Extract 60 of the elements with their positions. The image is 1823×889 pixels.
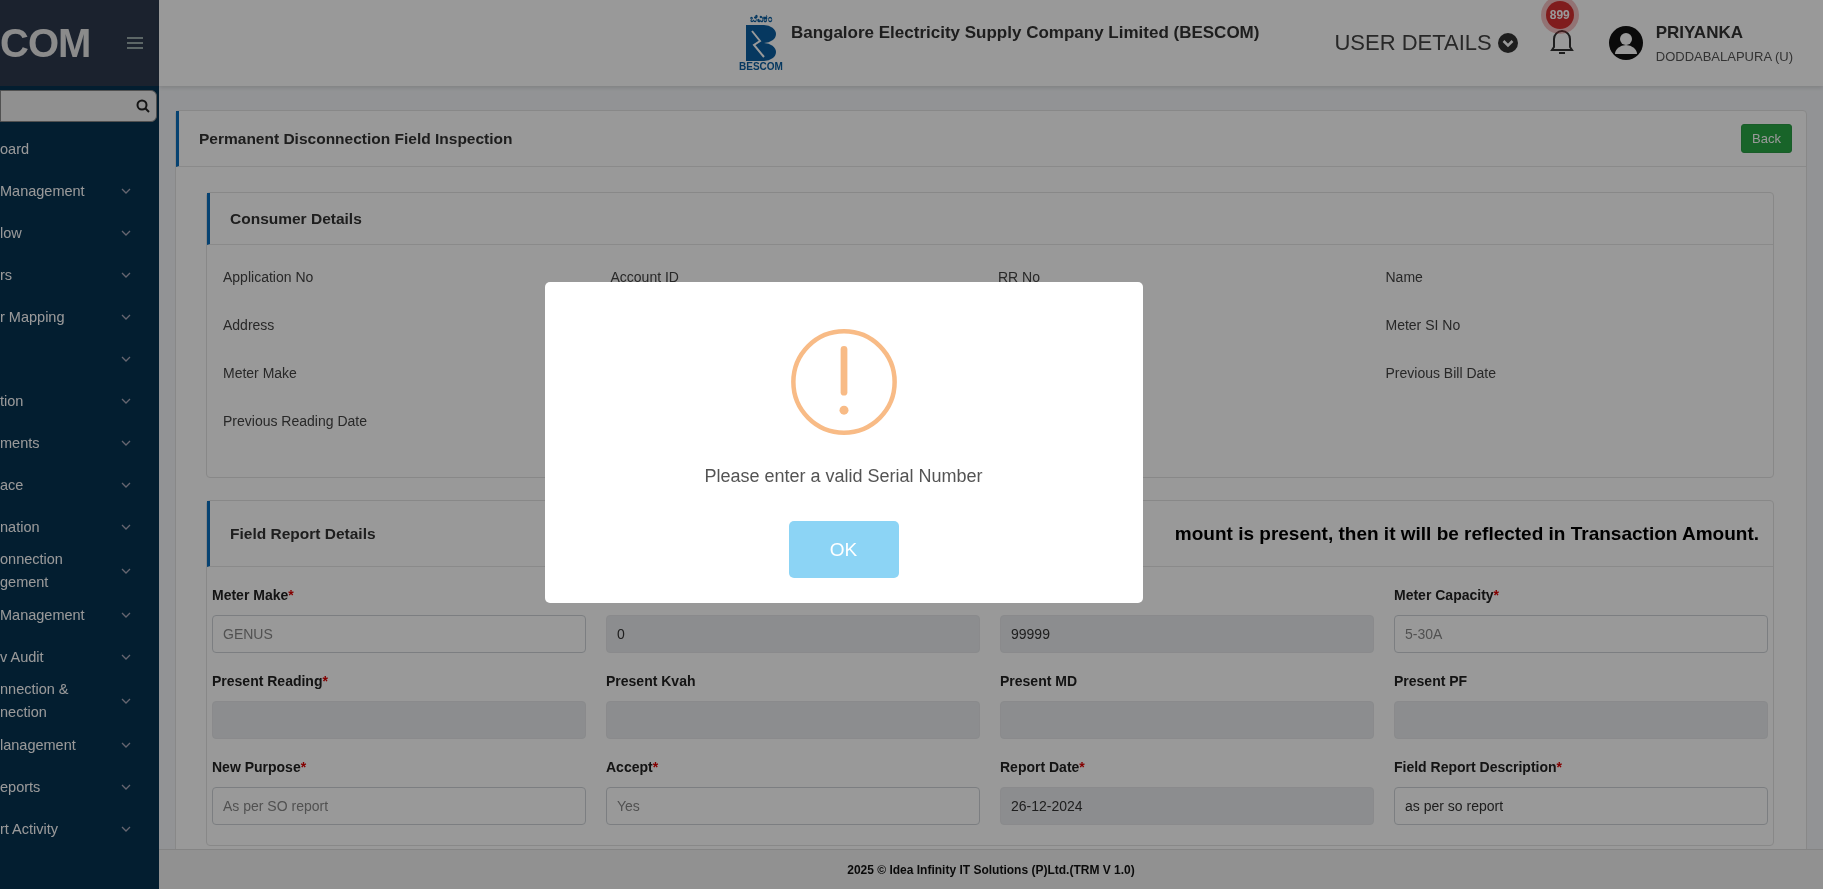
- page-title: Permanent Disconnection Field Inspection: [199, 129, 513, 148]
- company-logo: ಬೆವಿಕಂ BESCOM: [739, 13, 783, 73]
- sidebar-item[interactable]: nnection & nection: [0, 678, 159, 724]
- notification-badge: 899: [1545, 1, 1574, 29]
- input-field[interactable]: GENUS: [212, 615, 586, 653]
- footer-text: 2025 © Idea Infinity IT Solutions (P)Ltd.(TRM V 1.0): [847, 862, 1135, 877]
- company-name: Bangalore Electricity Supply Company Limited (BESCOM): [790, 23, 1260, 43]
- user-location: DODDABALAPURA (U): [1655, 48, 1793, 64]
- input-field[interactable]: 5-30A: [1394, 615, 1768, 653]
- field-label: Present Kvah: [606, 673, 697, 691]
- field-label: New Purpose*: [212, 759, 308, 777]
- field-label: Present Reading*: [212, 673, 329, 691]
- sidebar-item[interactable]: low: [0, 212, 159, 254]
- user-details-dropdown[interactable]: USER DETAILS: [1328, 29, 1524, 57]
- field-label: Present MD: [1000, 673, 1079, 691]
- search-field[interactable]: [0, 90, 157, 122]
- field-label: Field Report Description*: [1394, 759, 1564, 777]
- field-label: Meter Capacity*: [1394, 587, 1501, 605]
- alert-message: Please enter a valid Serial Number: [704, 466, 983, 487]
- sidebar-item[interactable]: rt Activity: [0, 808, 159, 850]
- field-label: Accept*: [606, 759, 660, 777]
- sidebar-item[interactable]: Management: [0, 594, 159, 636]
- sidebar-item[interactable]: nation: [0, 506, 159, 548]
- sidebar-item[interactable]: lanagement: [0, 724, 159, 766]
- field-label: Meter SI No: [1385, 317, 1462, 335]
- field-label: Name: [1385, 269, 1424, 287]
- sidebar-item[interactable]: onnection gement: [0, 548, 159, 594]
- sidebar-item[interactable]: ments: [0, 422, 159, 464]
- user-name: PRIYANKA: [1655, 22, 1744, 43]
- brand-logo-text: COM: [0, 20, 91, 66]
- field-label: Application No: [223, 269, 315, 287]
- sidebar-item[interactable]: Management: [0, 170, 159, 212]
- field-label: Present PF: [1394, 673, 1469, 691]
- section-title: Field Report Details: [230, 524, 376, 543]
- sidebar-item[interactable]: r Mapping: [0, 296, 159, 338]
- input-field[interactable]: Yes: [606, 787, 980, 825]
- sidebar-item[interactable]: tion: [0, 380, 159, 422]
- field-label: Previous Bill Date: [1385, 365, 1497, 383]
- input-field[interactable]: As per SO report: [212, 787, 586, 825]
- sidebar-item[interactable]: ace: [0, 464, 159, 506]
- sidebar-item[interactable]: rs: [0, 254, 159, 296]
- field-label: Address: [223, 317, 276, 335]
- bell-icon[interactable]: [1549, 27, 1574, 55]
- notice-text: mount is present, then it will be reflected in Transaction Amount.: [1174, 522, 1759, 545]
- chevron-circle-icon: [1497, 33, 1518, 53]
- exclamation-circle-icon: [789, 328, 898, 436]
- field-label: Meter Make*: [212, 587, 295, 605]
- section-title: Consumer Details: [230, 209, 362, 228]
- menu-icon[interactable]: [127, 37, 143, 49]
- sidebar-item[interactable]: oard: [0, 128, 159, 170]
- field-label: Meter Make: [223, 365, 298, 383]
- field-label: Account ID: [610, 269, 680, 287]
- search-icon[interactable]: [136, 99, 150, 113]
- input-field[interactable]: as per so report: [1394, 787, 1768, 825]
- field-label: RR No: [998, 269, 1041, 287]
- sidebar-item[interactable]: v Audit: [0, 636, 159, 678]
- user-avatar-icon[interactable]: [1607, 25, 1644, 61]
- field-label: Previous Reading Date: [223, 413, 368, 431]
- sidebar-item[interactable]: eports: [0, 766, 159, 808]
- field-label: Report Date*: [1000, 759, 1086, 777]
